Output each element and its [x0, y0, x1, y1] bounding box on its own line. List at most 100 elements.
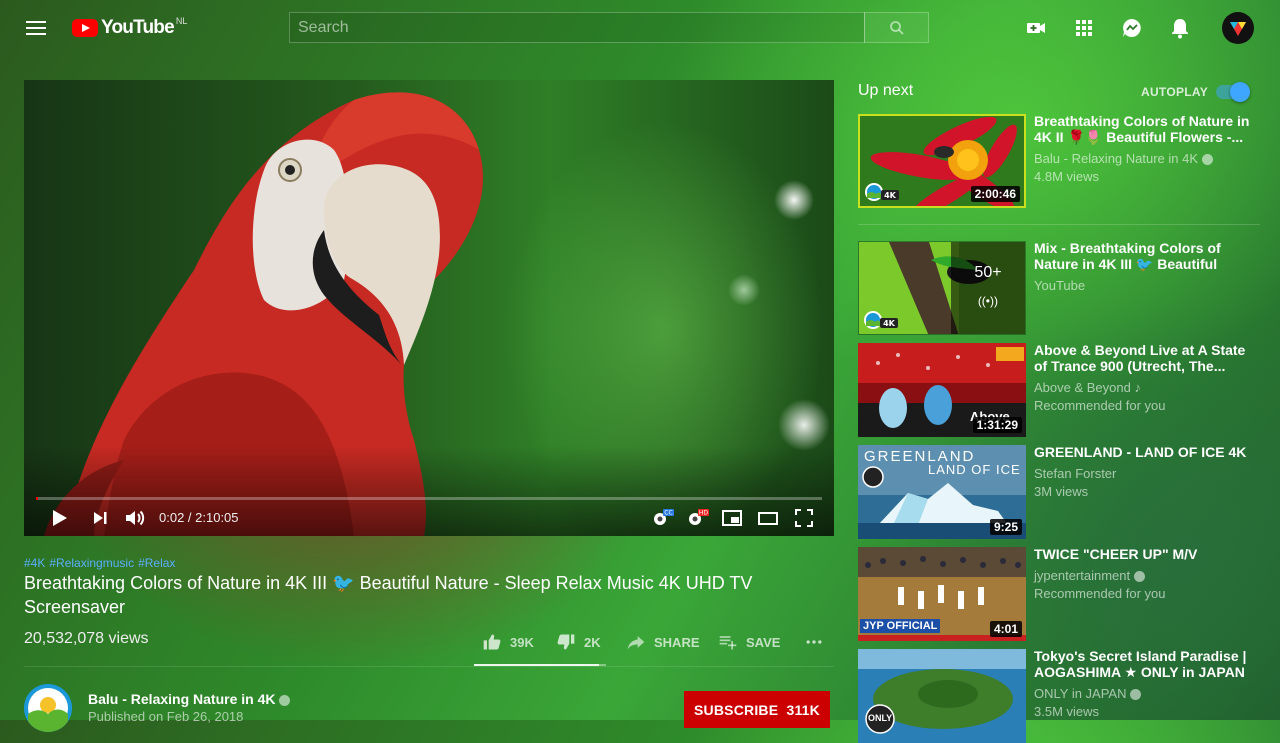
- mix-overlay: [951, 242, 1025, 334]
- dislike-count: 2K: [584, 634, 601, 650]
- divider: [24, 666, 834, 667]
- video-duration: 1:31:29: [972, 417, 1022, 433]
- user-avatar[interactable]: [1222, 12, 1254, 44]
- video-thumbnail[interactable]: 4K 2:00:46: [858, 114, 1026, 208]
- share-icon: [627, 636, 645, 650]
- mix-count: 50+: [974, 264, 1002, 281]
- volume-icon: [126, 510, 145, 526]
- save-button[interactable]: SAVE: [718, 632, 780, 652]
- recommended-video[interactable]: ONLY Tokyo's Secret Island Paradise | AO…: [858, 648, 1260, 743]
- hashtag-link[interactable]: #Relax: [138, 556, 175, 570]
- next-button[interactable]: [88, 506, 112, 530]
- 4k-badge-icon: 4K: [865, 183, 899, 201]
- subscribe-button[interactable]: SUBSCRIBE 311K: [684, 691, 830, 728]
- mix-thumbnail[interactable]: 50+ ((•)) 4K: [858, 241, 1026, 335]
- video-thumbnail[interactable]: JYP OFFICIAL 4:01: [858, 547, 1026, 641]
- video-thumbnail[interactable]: Above 1:31:29: [858, 343, 1026, 437]
- video-meta: 3.5M views: [1034, 704, 1100, 719]
- verified-icon: [1134, 571, 1146, 583]
- mix-radio-icon: ((•)): [977, 294, 998, 308]
- video-title[interactable]: TWICE "CHEER UP" M/V: [1034, 546, 1260, 562]
- channel-name-text: Balu - Relaxing Nature in 4K: [88, 691, 276, 707]
- fullscreen-icon: [795, 509, 813, 527]
- video-thumbnail[interactable]: ONLY: [858, 649, 1026, 743]
- video-duration: 9:25: [989, 519, 1022, 535]
- channel-name: YouTube: [1034, 278, 1086, 293]
- channel-name-text: jypentertainment: [1034, 568, 1131, 583]
- search-button[interactable]: [864, 12, 929, 43]
- dislike-button[interactable]: 2K: [556, 632, 601, 652]
- volume-button[interactable]: [123, 506, 147, 530]
- cc-badge-text: CC: [664, 510, 672, 517]
- logo-text: YouTube: [101, 17, 175, 38]
- search-input[interactable]: [289, 12, 865, 43]
- video-title[interactable]: GREENLAND - LAND OF ICE 4K: [1034, 444, 1260, 460]
- toggle-knob: [1230, 82, 1250, 102]
- svg-text:4K: 4K: [883, 319, 896, 328]
- hashtags: #4K #Relaxingmusic #Relax: [24, 556, 179, 570]
- video-meta: 3M views: [1034, 484, 1089, 499]
- gear-subtitles-icon: CC: [654, 509, 674, 525]
- channel-name: Stefan Forster: [1034, 466, 1117, 481]
- fullscreen-button[interactable]: [792, 506, 816, 530]
- thumbs-up-icon: [483, 634, 501, 650]
- channel-name-text: Balu - Relaxing Nature in 4K: [1034, 151, 1199, 166]
- video-title[interactable]: Above & Beyond Live at A State of Trance…: [1034, 342, 1260, 374]
- video-title[interactable]: Breathtaking Colors of Nature in 4K II 🌹…: [1034, 113, 1260, 145]
- hashtag-link[interactable]: #4K: [24, 556, 45, 570]
- video-title: Breathtaking Colors of Nature in 4K III …: [24, 573, 753, 617]
- recommended-video[interactable]: Above 1:31:29 Above & Beyond Live at A S…: [858, 342, 1260, 437]
- autoplay-toggle[interactable]: [1216, 82, 1250, 102]
- recommended-video[interactable]: 4K 2:00:46 Breathtaking Colors of Nature…: [858, 113, 1260, 208]
- video-duration: 4:01: [989, 621, 1022, 637]
- menu-icon[interactable]: [24, 18, 48, 38]
- hd-badge-text: HD: [699, 510, 709, 517]
- verified-icon: [279, 694, 291, 706]
- masthead: YouTube NL: [0, 0, 1280, 56]
- video-meta: Recommended for you: [1034, 586, 1166, 601]
- skip-next-icon: [94, 512, 107, 524]
- subtitles-button[interactable]: CC: [650, 506, 674, 530]
- theater-mode-button[interactable]: [756, 506, 780, 530]
- play-button[interactable]: [47, 506, 71, 530]
- miniplayer-icon: [722, 510, 742, 526]
- recommended-mix[interactable]: 50+ ((•)) 4K Mix - Breathtaking Colors o…: [858, 240, 1260, 335]
- settings-button[interactable]: HD: [685, 506, 709, 530]
- subscriber-count: 311K: [786, 701, 820, 718]
- recommended-video[interactable]: JYP OFFICIAL 4:01 TWICE "CHEER UP" M/V j…: [858, 546, 1260, 641]
- bell-icon[interactable]: [1168, 16, 1192, 40]
- video-title[interactable]: Mix - Breathtaking Colors of Nature in 4…: [1034, 240, 1260, 272]
- divider: [858, 224, 1260, 225]
- like-count: 39K: [510, 634, 534, 650]
- hashtag-link[interactable]: #Relaxingmusic: [49, 556, 134, 570]
- video-camera-plus-icon[interactable]: [1024, 16, 1048, 40]
- thumbs-down-icon: [557, 634, 575, 650]
- youtube-play-icon: [72, 19, 98, 37]
- video-title[interactable]: Tokyo's Secret Island Paradise | AOGASHI…: [1034, 648, 1260, 680]
- channel-avatar[interactable]: [24, 684, 72, 732]
- publish-date: Published on Feb 26, 2018: [88, 709, 244, 724]
- channel-name[interactable]: Balu - Relaxing Nature in 4K: [88, 691, 291, 707]
- 4k-badge-icon: 4K: [864, 311, 898, 329]
- channel-name: jypentertainment: [1034, 568, 1260, 583]
- theater-mode-icon: [758, 512, 778, 525]
- share-button[interactable]: SHARE: [626, 632, 700, 652]
- recommended-video[interactable]: GREENLAND LAND OF ICE 9:25 GREENLAND - L…: [858, 444, 1260, 539]
- autoplay-label: AUTOPLAY: [1141, 85, 1209, 99]
- youtube-logo[interactable]: YouTube NL: [72, 16, 187, 40]
- miniplayer-button[interactable]: [720, 506, 744, 530]
- video-meta: Recommended for you: [1034, 398, 1166, 413]
- view-count: 20,532,078 views: [24, 630, 149, 647]
- subscribe-label: SUBSCRIBE: [694, 701, 779, 718]
- like-button[interactable]: 39K: [482, 632, 534, 652]
- svg-text:4K: 4K: [884, 191, 897, 200]
- more-actions-button[interactable]: [804, 632, 832, 652]
- messages-icon[interactable]: [1120, 16, 1144, 40]
- search-icon: [890, 21, 904, 35]
- up-next-heading: Up next: [858, 82, 914, 99]
- thumbnail-text: LAND OF ICE: [928, 462, 1021, 477]
- progress-bar[interactable]: [36, 497, 822, 500]
- apps-grid-icon[interactable]: [1072, 16, 1096, 40]
- video-thumbnail[interactable]: GREENLAND LAND OF ICE 9:25: [858, 445, 1026, 539]
- video-player[interactable]: 0:02 / 2:10:05 CC HD: [24, 80, 834, 536]
